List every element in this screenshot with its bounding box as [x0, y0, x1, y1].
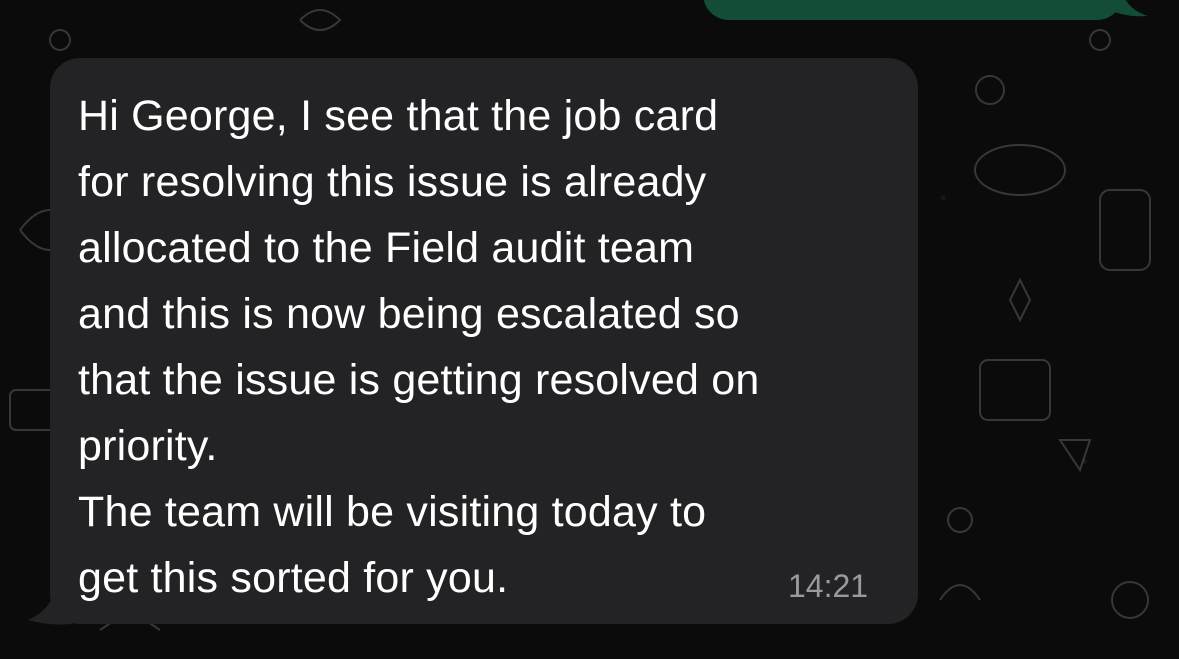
doodle-path: [939, 584, 981, 601]
doodle-rect: [1099, 189, 1151, 271]
doodle-circle: [1111, 581, 1149, 619]
doodle-circle: [1089, 29, 1111, 51]
incoming-message-text: Hi George, I see that the job card for r…: [78, 92, 760, 602]
doodle-path: [299, 9, 342, 31]
outgoing-message-tail: [1102, 0, 1148, 17]
outgoing-message-bubble[interactable]: [703, 0, 1123, 20]
doodle-ellipse: [974, 144, 1066, 196]
message-timestamp: 14:21: [788, 568, 869, 604]
doodle-path: [1058, 439, 1092, 473]
doodle-circle: [49, 29, 71, 51]
doodle-circle: [947, 507, 973, 533]
doodle-circle: [975, 75, 1005, 105]
doodle-rect: [979, 359, 1051, 421]
doodle-path: [1008, 277, 1032, 323]
